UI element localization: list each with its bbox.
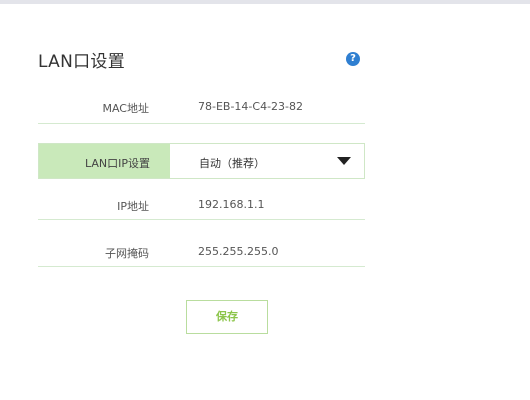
question-mark-icon[interactable]: ? <box>346 52 360 66</box>
divider <box>38 266 365 267</box>
subnet-mask-row: 子网掩码 255.255.255.0 <box>38 229 365 267</box>
subnet-mask-label: 子网掩码 <box>105 247 149 260</box>
divider <box>38 219 365 220</box>
lan-ip-setting-selected-value: 自动（推荐） <box>199 157 265 170</box>
lan-ip-setting-label-cell: LAN口IP设置 <box>39 144 170 178</box>
lan-ip-setting-row: LAN口IP设置 自动（推荐） <box>38 143 365 179</box>
mac-address-label: MAC地址 <box>102 102 149 115</box>
ip-address-row: IP地址 192.168.1.1 <box>38 182 365 220</box>
lan-ip-setting-select[interactable]: 自动（推荐） <box>170 144 364 178</box>
subnet-mask-value: 255.255.255.0 <box>198 245 279 258</box>
caret-down-icon[interactable] <box>337 157 351 165</box>
lan-ip-setting-label: LAN口IP设置 <box>84 157 150 170</box>
mac-address-value: 78-EB-14-C4-23-82 <box>198 100 304 113</box>
save-button[interactable]: 保存 <box>186 300 268 334</box>
mac-address-row: MAC地址 78-EB-14-C4-23-82 <box>38 86 365 124</box>
lan-settings-panel: LAN口设置 ? MAC地址 78-EB-14-C4-23-82 LAN口IP设… <box>0 0 530 400</box>
page-title: LAN口设置 <box>38 52 126 72</box>
ip-address-value: 192.168.1.1 <box>198 198 265 211</box>
divider <box>38 123 365 124</box>
ip-address-label: IP地址 <box>117 200 149 213</box>
